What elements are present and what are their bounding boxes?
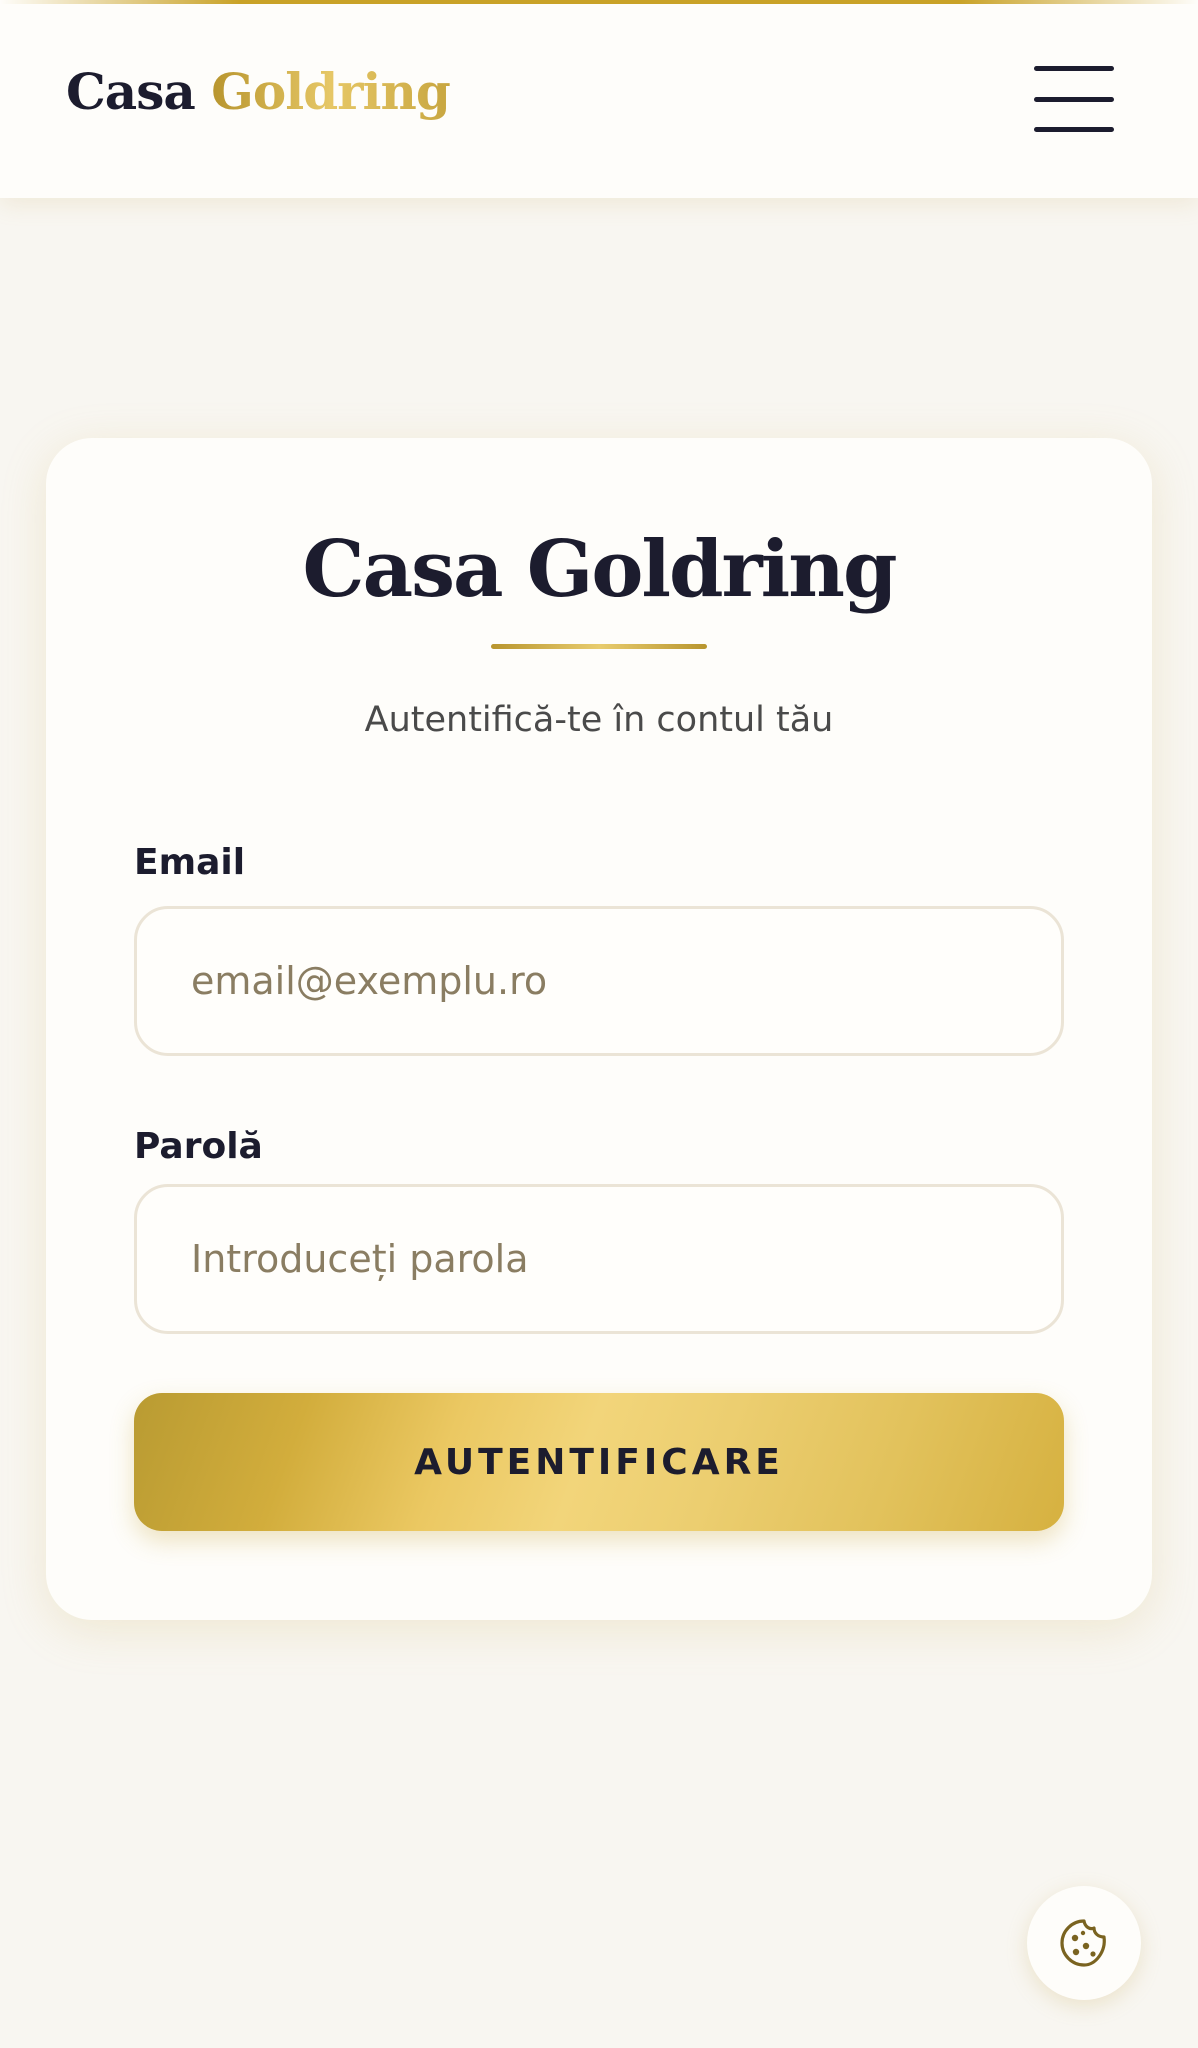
password-input[interactable] [134, 1184, 1064, 1334]
hamburger-menu-icon[interactable] [1034, 66, 1114, 132]
login-title: Casa Goldring [302, 524, 897, 615]
cookie-settings-button[interactable] [1027, 1886, 1141, 2000]
email-input[interactable] [134, 906, 1064, 1056]
login-submit-button[interactable]: AUTENTIFICARE [134, 1393, 1064, 1531]
menu-line [1034, 127, 1114, 132]
brand-name-part1: Casa [66, 62, 196, 121]
top-accent-line [0, 0, 1198, 4]
login-subtitle: Autentifică-te în contul tău [364, 700, 834, 740]
email-label: Email [134, 842, 246, 883]
site-header: Casa Goldring [0, 0, 1198, 198]
title-divider [491, 644, 707, 649]
menu-line [1034, 66, 1114, 71]
login-card: Casa Goldring Autentifică-te în contul t… [46, 438, 1152, 1620]
brand-name-part2: Goldring [211, 62, 451, 121]
password-label: Parolă [134, 1126, 263, 1167]
cookie-icon [1060, 1919, 1106, 1967]
brand-logo[interactable]: Casa Goldring [66, 62, 451, 121]
menu-line [1034, 96, 1114, 102]
